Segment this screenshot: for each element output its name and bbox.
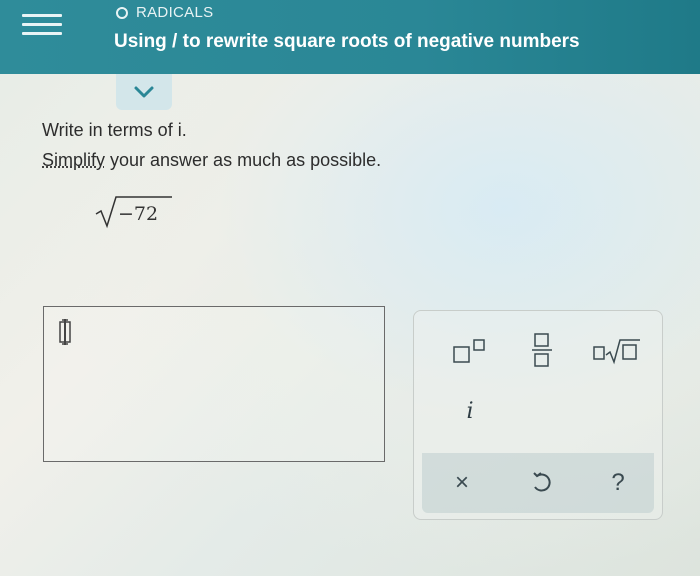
imaginary-unit-button[interactable]: i	[440, 391, 500, 431]
action-bar: × ?	[422, 453, 654, 513]
answer-input[interactable]	[43, 306, 385, 462]
nth-root-icon	[593, 339, 640, 365]
header-bar: RADICALS Using / to rewrite square roots…	[0, 0, 700, 74]
lesson-title: Using / to rewrite square roots of negat…	[114, 31, 580, 52]
menu-icon[interactable]	[22, 8, 62, 38]
fraction-icon	[532, 333, 552, 367]
superscript-icon	[453, 339, 485, 363]
instruction-simplify: Simplify your answer as much as possible…	[42, 150, 381, 171]
chevron-down-icon	[134, 86, 154, 98]
fraction-button[interactable]	[518, 327, 566, 373]
superscript-button[interactable]	[440, 331, 500, 371]
radicand: −72	[118, 203, 158, 225]
nth-root-button[interactable]	[586, 331, 648, 371]
expand-toggle[interactable]	[116, 74, 172, 110]
square-root-expression: −72	[95, 196, 172, 229]
instruction-rest: your answer as much as possible.	[105, 150, 382, 170]
clear-icon: ×	[454, 469, 469, 496]
topic-label: RADICALS	[136, 4, 214, 21]
circle-icon	[116, 6, 128, 19]
undo-button[interactable]	[516, 463, 568, 503]
help-icon: ?	[611, 469, 625, 496]
imaginary-unit-label: i	[466, 398, 474, 424]
problem-expression: −72	[94, 195, 174, 234]
math-keypad: i × ?	[413, 310, 663, 520]
text-cursor-icon	[59, 319, 71, 345]
simplify-link[interactable]: Simplify	[42, 150, 105, 170]
help-button[interactable]: ?	[592, 463, 644, 503]
undo-icon	[533, 472, 551, 492]
clear-button[interactable]: ×	[436, 463, 488, 503]
instruction-text: Write in terms of i.	[42, 120, 187, 140]
topic-row: RADICALS	[116, 4, 213, 21]
